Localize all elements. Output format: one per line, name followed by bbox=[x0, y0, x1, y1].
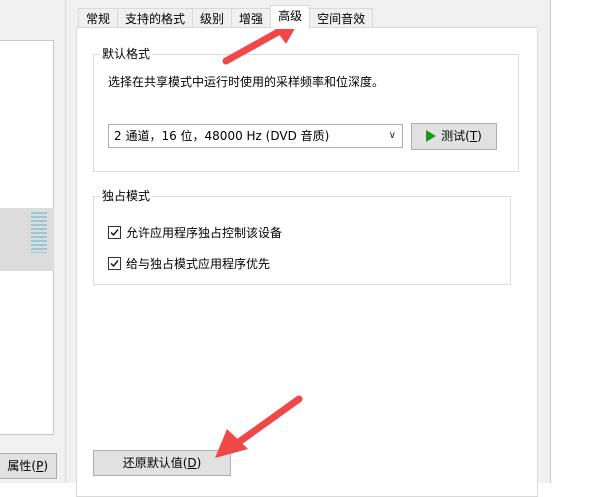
background-window: 属性(P) bbox=[0, 0, 66, 483]
properties-button[interactable]: 属性(P) bbox=[0, 453, 57, 479]
format-select[interactable]: 2 通道，16 位，48000 Hz (DVD 音质) ∨ bbox=[108, 124, 403, 148]
allow-exclusive-control-option[interactable]: 允许应用程序独占控制该设备 bbox=[108, 224, 282, 241]
tab-enhancements[interactable]: 增强 bbox=[231, 8, 272, 29]
properties-button-label: 属性( bbox=[7, 459, 37, 473]
exclusive-mode-title: 独占模式 bbox=[100, 188, 153, 204]
tab-supported-formats[interactable]: 支持的格式 bbox=[117, 8, 194, 29]
tab-advanced[interactable]: 高级 bbox=[270, 5, 311, 29]
restore-defaults-button[interactable]: 还原默认值(D) bbox=[93, 450, 231, 476]
play-icon bbox=[426, 129, 437, 142]
tab-spatial-sound[interactable]: 空间音效 bbox=[309, 8, 374, 29]
restore-defaults-label: 还原默认值( bbox=[122, 456, 188, 470]
format-select-value: 2 通道，16 位，48000 Hz (DVD 音质) bbox=[114, 129, 330, 143]
exclusive-mode-group: 独占模式 允许应用程序独占控制该设备 给与独占模式应用程序优先 bbox=[93, 188, 511, 285]
tab-general[interactable]: 常规 bbox=[78, 8, 119, 29]
chevron-down-icon: ∨ bbox=[388, 130, 396, 141]
allow-exclusive-control-checkbox[interactable] bbox=[108, 226, 121, 239]
advanced-tab-page: 默认格式 选择在共享模式中运行时使用的采样频率和位深度。 2 通道，16 位，4… bbox=[76, 27, 538, 497]
default-format-title: 默认格式 bbox=[100, 46, 153, 62]
exclusive-priority-checkbox[interactable] bbox=[108, 257, 121, 270]
test-button[interactable]: 测试(T) bbox=[411, 123, 497, 150]
level-meter-icon bbox=[31, 212, 47, 253]
tab-levels[interactable]: 级别 bbox=[192, 8, 233, 29]
test-button-suffix: ) bbox=[477, 129, 482, 143]
properties-dialog: 常规 支持的格式 级别 增强 高级 空间音效 默认格式 选择在共享模式中运行时使… bbox=[66, 0, 551, 497]
exclusive-priority-option[interactable]: 给与独占模式应用程序优先 bbox=[108, 255, 270, 272]
restore-defaults-mnemonic: D bbox=[187, 456, 197, 470]
exclusive-priority-label: 给与独占模式应用程序优先 bbox=[126, 257, 271, 271]
properties-button-suffix: ) bbox=[43, 459, 48, 473]
restore-defaults-suffix: ) bbox=[196, 456, 202, 470]
checkmark-icon bbox=[110, 260, 119, 268]
default-format-description: 选择在共享模式中运行时使用的采样频率和位深度。 bbox=[108, 75, 385, 89]
checkmark-icon bbox=[110, 229, 119, 237]
allow-exclusive-control-label: 允许应用程序独占控制该设备 bbox=[126, 226, 283, 240]
tab-bar: 常规 支持的格式 级别 增强 高级 空间音效 bbox=[78, 5, 374, 29]
default-format-group: 默认格式 选择在共享模式中运行时使用的采样频率和位深度。 2 通道，16 位，4… bbox=[93, 46, 519, 172]
test-button-label: 测试( bbox=[441, 129, 470, 143]
